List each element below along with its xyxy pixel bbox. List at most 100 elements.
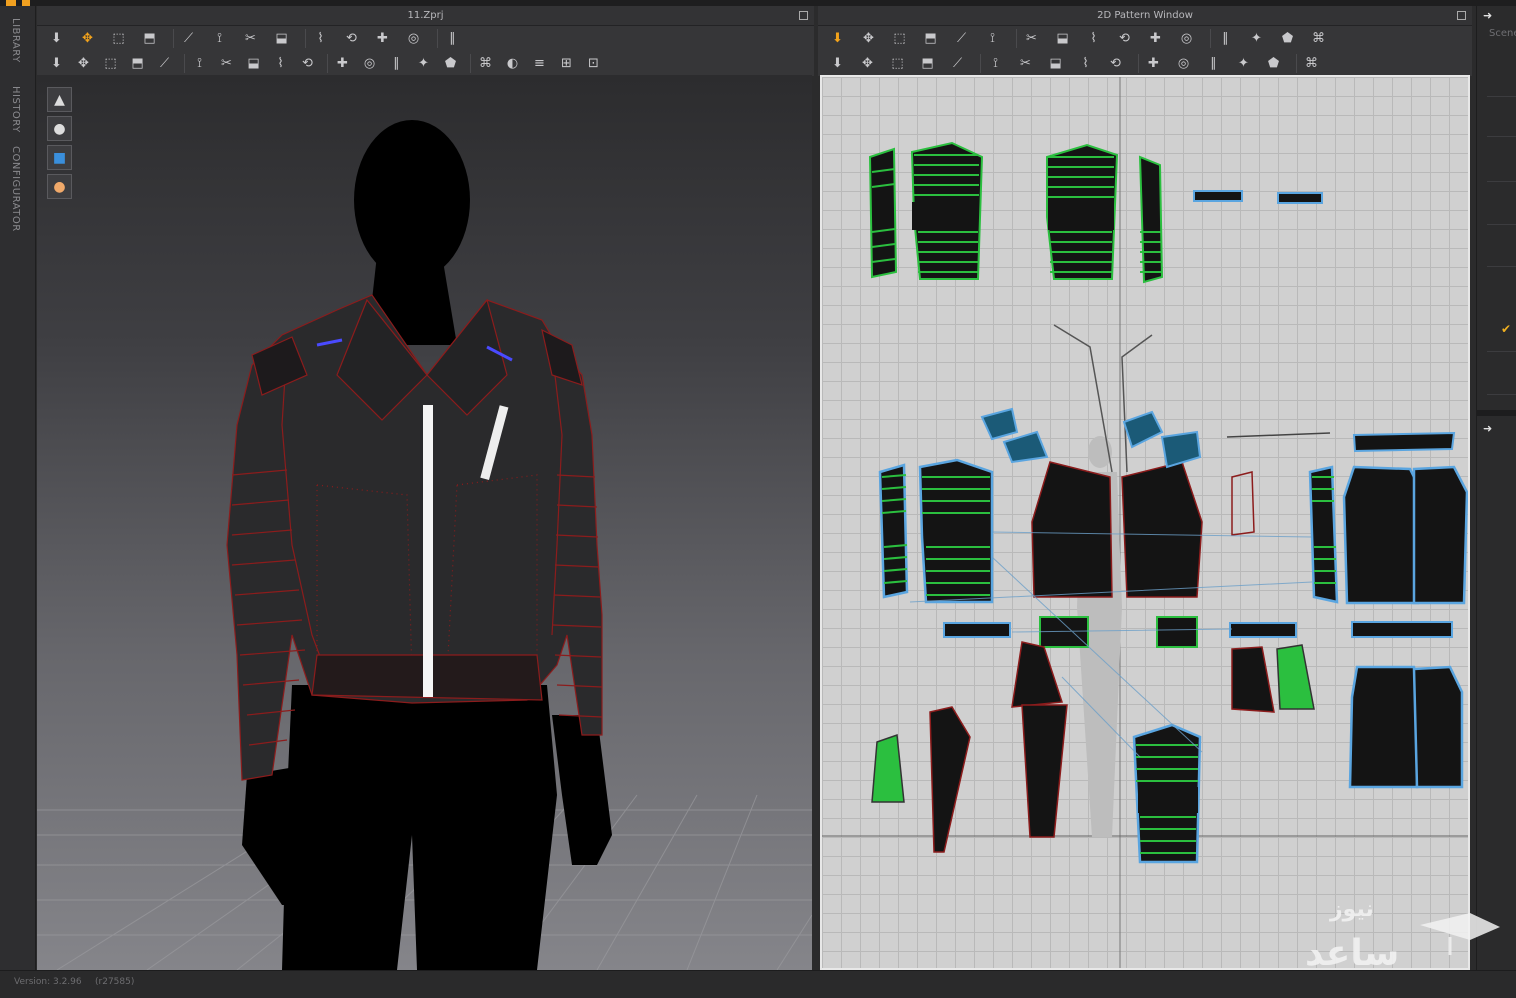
edit-point-icon[interactable]: ✥ — [859, 29, 878, 48]
fabric-view-icon[interactable]: ■ — [47, 145, 72, 170]
pin-icon[interactable]: ✥ — [74, 54, 93, 73]
stitch-icon[interactable]: ◎ — [1174, 54, 1193, 73]
3d-viewport[interactable]: ▲ ● ■ ● — [37, 75, 812, 970]
panel-splitter[interactable] — [1477, 410, 1516, 416]
corner-icon[interactable]: ⟟ — [983, 29, 1002, 48]
3d-toolbar-row-1: ⬇ ✥ ⬚ ⬒ ⟋ ⟟ ✂ ⬓ ⌇ ⟲ ✚ ◎ ∥ — [37, 26, 814, 51]
toolbar-separator — [184, 54, 185, 73]
panel-divider — [1487, 266, 1516, 267]
pins-icon[interactable]: ⬚ — [101, 54, 120, 73]
tab-library[interactable]: LIBRARY — [10, 18, 21, 63]
pleat-icon[interactable]: ⬟ — [1278, 29, 1297, 48]
rectangle-icon[interactable]: ⬓ — [1053, 29, 1072, 48]
curve-point-icon[interactable]: ⬒ — [921, 29, 940, 48]
edit-grade-icon[interactable]: ⬚ — [888, 54, 907, 73]
scene-label[interactable]: Scene — [1489, 28, 1516, 39]
toolbar-separator — [1210, 29, 1211, 48]
pin-icon[interactable]: ✦ — [1234, 54, 1253, 73]
free-sewing-icon[interactable]: ⬓ — [272, 29, 291, 48]
right-side-panel: ➜ Scene ✔ ➜ — [1476, 6, 1516, 970]
wave-stitch-icon[interactable]: ∥ — [1204, 54, 1223, 73]
trace-icon[interactable]: ✦ — [1247, 29, 1266, 48]
walk-avatar-icon[interactable]: ⬇ — [47, 54, 66, 73]
expand-3d-window-icon[interactable] — [799, 11, 808, 20]
gloves-icon[interactable]: ⊡ — [584, 54, 603, 73]
expand-panel-arrow-icon[interactable]: ➜ — [1483, 422, 1492, 435]
hanger-icon[interactable]: ✂ — [1016, 54, 1035, 73]
align-icon[interactable]: ◐ — [503, 54, 522, 73]
edit-curve-icon[interactable]: ⬚ — [890, 29, 909, 48]
tack-icon[interactable]: ⬒ — [918, 54, 937, 73]
line-icon[interactable]: ✚ — [333, 54, 352, 73]
level-icon[interactable]: ⌘ — [476, 54, 495, 73]
collapse-panel-arrow-icon[interactable]: ➜ — [1483, 9, 1492, 22]
edit-sewing-icon[interactable]: ⟟ — [210, 29, 229, 48]
lock-icon[interactable]: ∥ — [387, 54, 406, 73]
measure-icon[interactable]: ✦ — [414, 54, 433, 73]
shirt-icon[interactable]: ⟲ — [342, 29, 361, 48]
button-icon[interactable]: ⬓ — [244, 54, 263, 73]
texture-icon[interactable]: ⬟ — [1264, 54, 1283, 73]
fabric-grid-icon[interactable]: ⌘ — [1302, 54, 1321, 73]
2d-toolbar-row-1: ⬇ ✥ ⬚ ⬒ ⟋ ⟟ ✂ ⬓ ⌇ ⟲ ✚ ◎ ∥ ✦ ⬟ ⌘ — [818, 26, 1472, 51]
lasso-icon[interactable]: ◎ — [404, 29, 423, 48]
toolbar-separator — [173, 29, 174, 48]
hanger-icon[interactable]: ⟋ — [155, 54, 174, 73]
avatar-view-icon[interactable]: ● — [47, 116, 72, 141]
flat-icon[interactable]: ⬟ — [441, 54, 460, 73]
segment-sewing-icon[interactable]: ✂ — [241, 29, 260, 48]
3d-toolbar-row-2: ⬇ ✥ ⬚ ⬒ ⟋ ⟟ ✂ ⬓ ⌇ ⟲ ✚ ◎ ∥ ✦ ⬟ ⌘ ◐ ≡ ⊞ ⊡ — [37, 51, 814, 76]
topstitch-icon[interactable]: ⟲ — [1106, 54, 1125, 73]
3d-scene — [37, 120, 812, 970]
polygon-icon[interactable]: ✂ — [1022, 29, 1041, 48]
internal-polygon-icon[interactable]: ⟲ — [1115, 29, 1134, 48]
shirt-up-icon[interactable]: ⊞ — [557, 54, 576, 73]
box-select-icon[interactable]: ⬚ — [109, 29, 128, 48]
buttonhole-icon[interactable]: ⌇ — [271, 54, 290, 73]
skin-view-icon[interactable]: ● — [47, 174, 72, 199]
cuff-tabs — [1193, 190, 1323, 204]
add-point-icon[interactable]: ⟋ — [952, 29, 971, 48]
select-move-icon[interactable]: ⬇ — [47, 29, 66, 48]
graphic-icon[interactable]: ✂ — [217, 54, 236, 73]
shirt-icon[interactable]: ⟟ — [986, 54, 1005, 73]
side-tab-bar: LIBRARY HISTORY CONFIGURATOR — [0, 6, 36, 970]
check-icon[interactable]: ✔ — [1501, 322, 1511, 336]
watermark-text-bottom: ساعد — [1305, 933, 1400, 974]
panel-divider — [1487, 394, 1516, 395]
internal-rectangle-icon[interactable]: ✚ — [1146, 29, 1165, 48]
ruler-icon[interactable]: ∥ — [443, 29, 462, 48]
segment-icon[interactable]: ✚ — [1144, 54, 1163, 73]
panel-divider — [1487, 181, 1516, 182]
puckering-icon[interactable]: ◎ — [360, 54, 379, 73]
button-icon[interactable]: ⬓ — [1046, 54, 1065, 73]
fold-arrange-icon[interactable]: ⟋ — [179, 29, 198, 48]
transform-icon[interactable]: ⬇ — [828, 54, 847, 73]
needle-icon[interactable]: ✚ — [373, 29, 392, 48]
tuck-icon[interactable]: ⌘ — [1309, 29, 1328, 48]
3d-window-title: 11.Zprj — [407, 10, 444, 21]
circle-icon[interactable]: ⌇ — [1084, 29, 1103, 48]
tape-icon[interactable]: ⬒ — [128, 54, 147, 73]
garment-view-icon[interactable]: ▲ — [47, 87, 72, 112]
zipper-icon[interactable]: ⟲ — [298, 54, 317, 73]
expand-2d-window-icon[interactable] — [1457, 11, 1466, 20]
edit-pin-icon[interactable]: ⬒ — [140, 29, 159, 48]
seam-allowance-icon[interactable]: ✥ — [858, 54, 877, 73]
2d-window-title-bar: 2D Pattern Window — [818, 6, 1472, 26]
buttonhole-icon[interactable]: ⌇ — [1076, 54, 1095, 73]
shirt-fit-icon[interactable]: ≡ — [530, 54, 549, 73]
iron-icon[interactable]: ⟋ — [948, 54, 967, 73]
tab-configurator[interactable]: CONFIGURATOR — [10, 146, 21, 232]
edit-pattern-icon[interactable]: ⬇ — [828, 29, 847, 48]
shirt-tack-icon[interactable]: ⌇ — [311, 29, 330, 48]
revision-label: (r27585) — [95, 977, 135, 987]
internal-circle-icon[interactable]: ◎ — [1177, 29, 1196, 48]
fold-icon[interactable]: ⟟ — [190, 54, 209, 73]
dart-icon[interactable]: ∥ — [1216, 29, 1235, 48]
watermark-text-top: نیوز — [1330, 897, 1374, 922]
tab-history[interactable]: HISTORY — [10, 86, 21, 133]
2d-pattern-canvas[interactable] — [820, 75, 1470, 970]
transform-pattern-icon[interactable]: ✥ — [78, 29, 97, 48]
panel-divider — [1487, 96, 1516, 97]
